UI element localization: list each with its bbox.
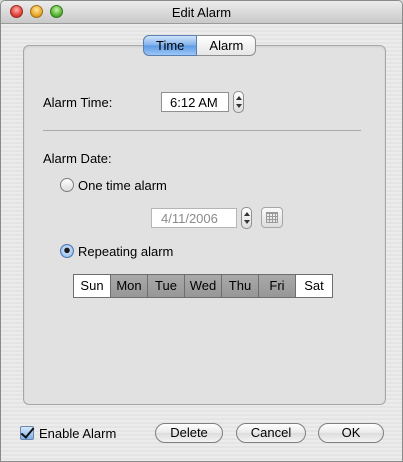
- day-fri[interactable]: Fri: [259, 275, 296, 297]
- tab-alarm[interactable]: Alarm: [197, 35, 257, 56]
- calendar-button[interactable]: [261, 207, 283, 228]
- alarm-date-label: Alarm Date:: [43, 151, 112, 166]
- alarm-time-field[interactable]: 6:12 AM: [161, 92, 229, 112]
- enable-alarm-checkbox[interactable]: [20, 424, 35, 440]
- cancel-button[interactable]: Cancel: [236, 423, 306, 443]
- repeating-alarm-label[interactable]: Repeating alarm: [78, 244, 173, 259]
- stepper-down-arrow-icon[interactable]: [236, 104, 242, 108]
- one-time-alarm-label[interactable]: One time alarm: [78, 178, 167, 193]
- edit-alarm-window: Edit Alarm Time Alarm Alarm Time: 6:12 A…: [0, 0, 403, 462]
- day-thu[interactable]: Thu: [222, 275, 259, 297]
- delete-button[interactable]: Delete: [155, 423, 223, 443]
- alarm-time-label: Alarm Time:: [43, 95, 113, 110]
- stepper-up-arrow-icon[interactable]: [236, 96, 242, 100]
- one-time-alarm-radio[interactable]: [60, 178, 74, 192]
- day-mon[interactable]: Mon: [111, 275, 148, 297]
- checkmark-icon: [20, 424, 35, 439]
- separator: [43, 130, 361, 131]
- alarm-date-stepper[interactable]: [241, 207, 252, 229]
- day-wed[interactable]: Wed: [185, 275, 222, 297]
- window-title: Edit Alarm: [171, 5, 232, 20]
- stepper-up-arrow-icon[interactable]: [244, 212, 250, 216]
- weekday-selector: Sun Mon Tue Wed Thu Fri Sat: [73, 274, 333, 298]
- calendar-icon: [266, 212, 278, 223]
- alarm-date-field[interactable]: 4/11/2006: [151, 208, 237, 228]
- repeating-alarm-radio[interactable]: [60, 244, 74, 258]
- stepper-down-arrow-icon[interactable]: [244, 220, 250, 224]
- day-sat[interactable]: Sat: [296, 275, 332, 297]
- day-tue[interactable]: Tue: [148, 275, 185, 297]
- window-content: Time Alarm Alarm Time: 6:12 AM Alarm Dat…: [1, 24, 402, 461]
- tab-time[interactable]: Time: [143, 35, 198, 56]
- tab-bar: Time Alarm: [143, 35, 257, 56]
- ok-button[interactable]: OK: [318, 423, 384, 443]
- enable-alarm-label[interactable]: Enable Alarm: [39, 426, 116, 441]
- alarm-time-stepper[interactable]: [233, 91, 244, 113]
- day-sun[interactable]: Sun: [74, 275, 111, 297]
- title-bar[interactable]: Edit Alarm: [1, 1, 402, 24]
